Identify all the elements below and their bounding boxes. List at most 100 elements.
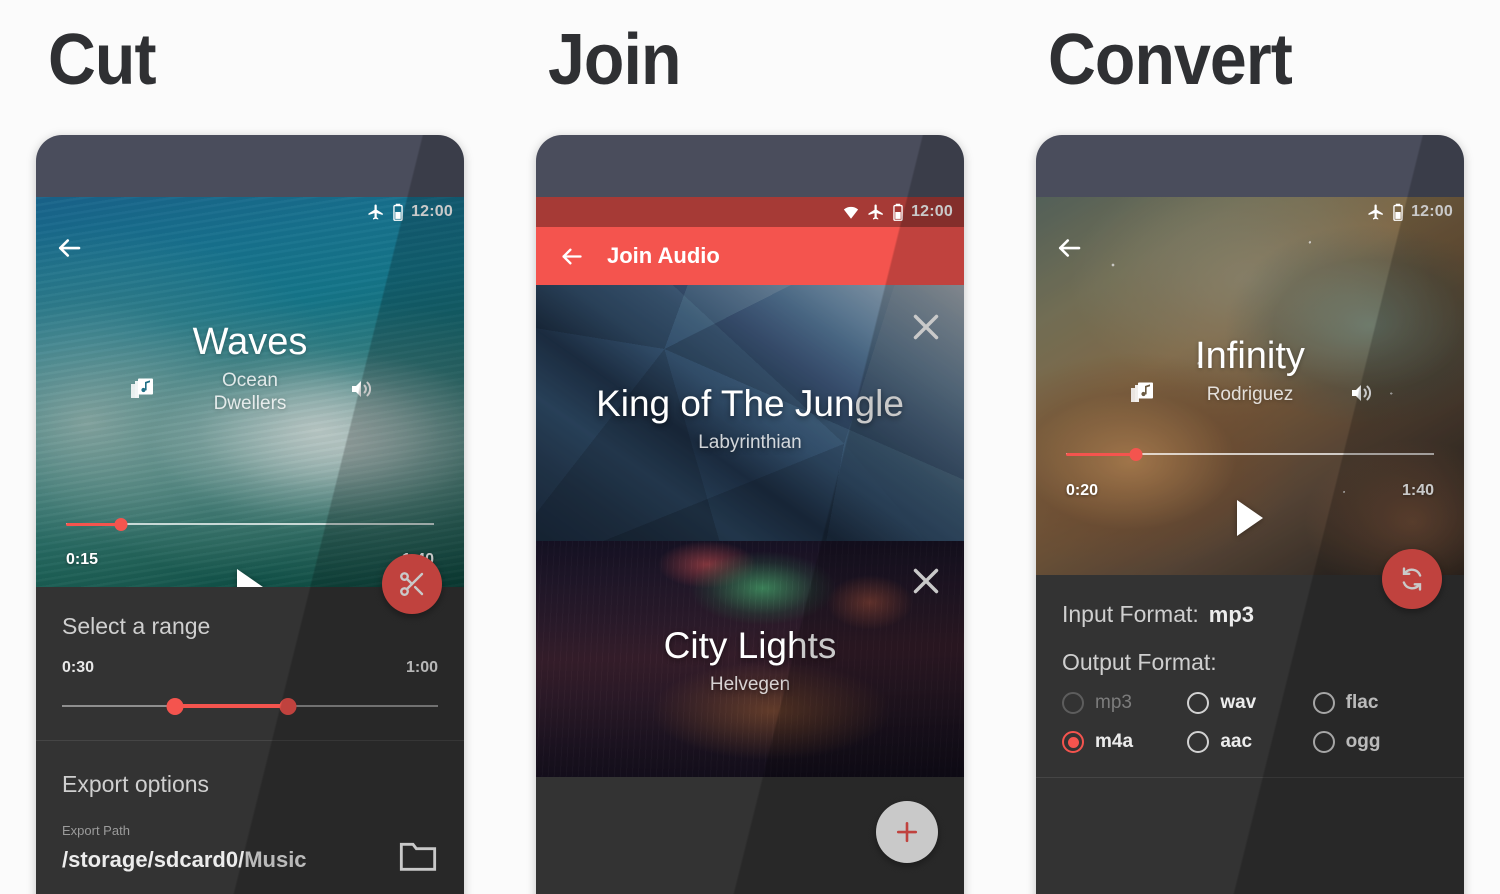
status-bar-convert: 12:00 [1036, 197, 1464, 227]
join-card-title: City Lights [663, 625, 837, 666]
app-bar-title: Join Audio [607, 243, 720, 268]
track-title: Infinity [1195, 335, 1305, 377]
track-title: Waves [192, 321, 308, 363]
phone-screen-convert: 12:00 Infinity Rodriguez 0:20 1:40 Input… [1036, 197, 1464, 894]
radio-label: flac [1345, 692, 1379, 713]
seek-fill [1066, 453, 1136, 456]
track-artist: Ocean Dwellers [213, 370, 287, 414]
add-audio-fab[interactable] [876, 801, 938, 863]
range-start-label: 0:30 [62, 659, 95, 676]
convert-fab[interactable] [1382, 549, 1442, 609]
phone-screen-cut: 12:00 Waves Ocean Dwellers 0:15 1:40 [36, 197, 464, 894]
airplane-icon [868, 204, 883, 220]
range-end-label: 1:00 [405, 659, 438, 676]
radio-dot [1312, 692, 1335, 714]
join-card-1[interactable]: City Lights Helvegen [536, 541, 964, 777]
radio-dot [1062, 731, 1084, 753]
range-section-title: Select a range [62, 613, 211, 639]
seek-thumb[interactable] [1129, 448, 1143, 461]
radio-dot [1187, 731, 1210, 753]
volume-icon[interactable] [1348, 381, 1374, 405]
radio-label: wav [1220, 692, 1257, 713]
play-icon[interactable] [237, 569, 263, 587]
player-header-convert: 12:00 Infinity Rodriguez 0:20 1:40 [1036, 197, 1464, 575]
back-arrow-icon[interactable] [54, 233, 84, 263]
join-card-subtitle: Helvegen [709, 674, 791, 695]
radio-label: aac [1220, 731, 1253, 752]
status-bar-join: 12:00 [536, 197, 964, 227]
convert-bottom-area [1036, 778, 1464, 894]
total-time-label: 1:40 [1401, 482, 1434, 499]
status-time: 12:00 [1411, 203, 1453, 220]
volume-icon[interactable] [348, 377, 374, 401]
battery-icon [893, 203, 903, 221]
range-thumb-end[interactable] [279, 698, 297, 715]
radio-label: mp3 [1095, 692, 1132, 713]
current-time-label: 0:15 [66, 551, 99, 568]
close-icon[interactable] [908, 563, 944, 599]
join-card-subtitle: Labyrinthian [698, 432, 802, 453]
panel-cut: Cut 12:00 Waves Ocean Dwellers 0:15 Sele… [0, 0, 500, 894]
join-card-0[interactable]: King of The Jungle Labyrinthian [536, 285, 964, 541]
radio-option-ogg[interactable]: ogg [1312, 731, 1438, 753]
seek-bar[interactable] [66, 517, 434, 531]
radio-option-wav[interactable]: wav [1187, 692, 1312, 714]
output-format-label: Output Format: [1062, 649, 1217, 675]
radio-dot [1312, 731, 1335, 753]
status-time: 12:00 [411, 203, 453, 220]
export-path-value: /storage/sdcard0/Music [62, 847, 307, 872]
plus-icon [896, 821, 918, 843]
panel-join: Join 12:00 Join Audio King of The Jungle… [500, 0, 1000, 894]
radio-label: ogg [1345, 731, 1381, 752]
export-section-title: Export options [62, 771, 210, 797]
current-time-label: 0:20 [1066, 482, 1099, 499]
join-card-title: King of The Jungle [596, 383, 904, 424]
seek-thumb[interactable] [114, 518, 128, 531]
radio-option-aac[interactable]: aac [1187, 731, 1312, 753]
radio-option-flac[interactable]: flac [1312, 692, 1438, 714]
page-title-join: Join [548, 20, 681, 100]
folder-icon[interactable] [398, 839, 438, 873]
play-icon[interactable] [1237, 500, 1263, 536]
scissors-icon [400, 572, 424, 596]
airplane-icon [368, 204, 383, 220]
back-arrow-icon[interactable] [558, 243, 585, 270]
input-format-value: mp3 [1208, 602, 1255, 627]
phone-screen-join: 12:00 Join Audio King of The Jungle Laby… [536, 197, 964, 894]
radio-dot [1062, 692, 1084, 714]
panel-convert: Convert 12:00 Infinity Rodriguez 0:20 1:… [1000, 0, 1500, 894]
player-header-cut: 12:00 Waves Ocean Dwellers 0:15 1:40 [36, 197, 464, 587]
range-fill [174, 704, 288, 708]
queue-icon[interactable] [1131, 381, 1155, 405]
input-format-label: Input Format: [1062, 601, 1199, 627]
close-icon[interactable] [908, 309, 944, 345]
phone-device-join: 12:00 Join Audio King of The Jungle Laby… [536, 135, 964, 894]
range-thumb-start[interactable] [166, 698, 184, 715]
page-title-convert: Convert [1048, 20, 1293, 100]
radio-label: m4a [1095, 731, 1134, 752]
status-time: 12:00 [911, 203, 953, 220]
export-section: Export options Export Path /storage/sdca… [36, 741, 464, 894]
back-arrow-icon[interactable] [1054, 233, 1084, 263]
airplane-icon [1368, 204, 1383, 220]
cut-fab[interactable] [382, 554, 442, 614]
seek-fill [66, 523, 122, 526]
radio-dot [1187, 692, 1210, 714]
page-title-cut: Cut [48, 20, 157, 100]
seek-bar[interactable] [1066, 447, 1434, 461]
export-path-label: Export Path [62, 823, 130, 838]
radio-option-m4a[interactable]: m4a [1062, 731, 1187, 753]
track-artist: Rodriguez [1206, 384, 1294, 405]
screenshot-root: Cut 12:00 Waves Ocean Dwellers 0:15 Sele… [0, 0, 1500, 894]
status-bar-cut: 12:00 [36, 197, 464, 227]
phone-device-convert: 12:00 Infinity Rodriguez 0:20 1:40 Input… [1036, 135, 1464, 894]
battery-icon [393, 203, 403, 221]
convert-sync-icon [1402, 567, 1422, 591]
wifi-icon [843, 206, 859, 219]
app-bar-join: Join Audio [536, 227, 964, 285]
output-format-options: mp3 wav flac m4a aac ogg [1062, 692, 1438, 753]
queue-icon[interactable] [131, 377, 155, 401]
radio-option-mp3[interactable]: mp3 [1062, 692, 1187, 714]
range-slider[interactable] [62, 694, 438, 718]
battery-icon [1393, 203, 1403, 221]
